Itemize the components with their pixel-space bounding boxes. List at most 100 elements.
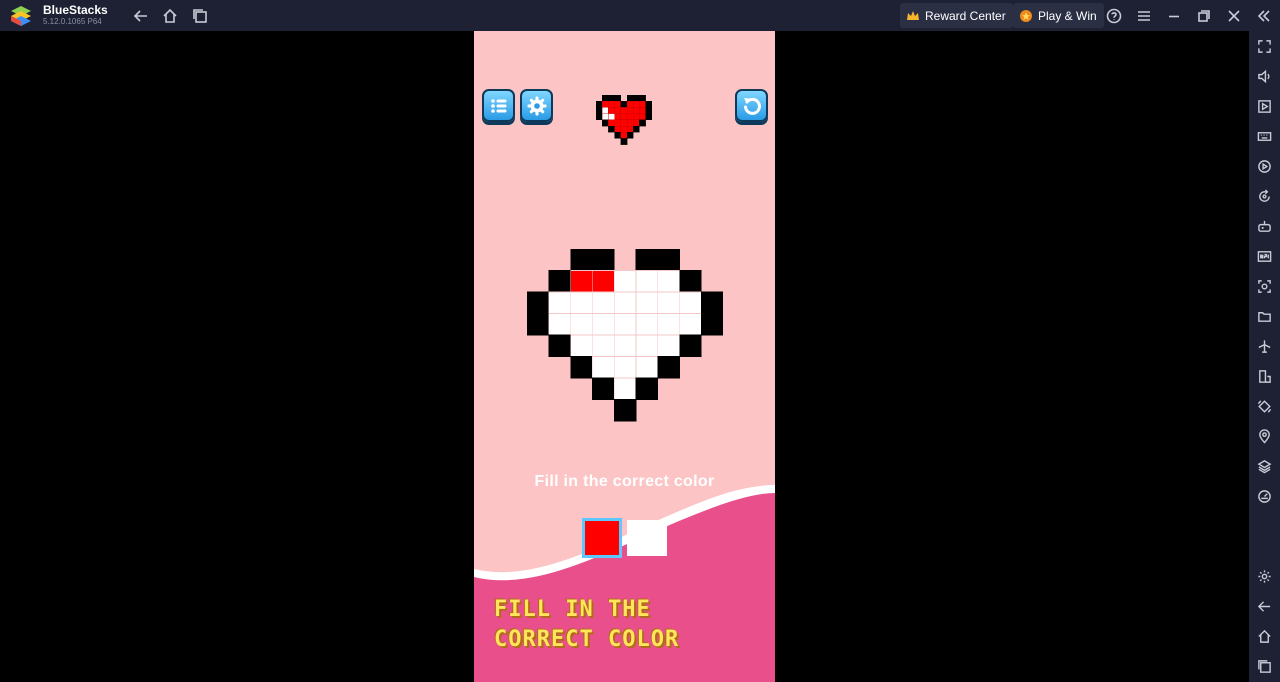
- empty-cell[interactable]: [613, 356, 637, 379]
- empty-cell[interactable]: [635, 334, 659, 357]
- help-icon[interactable]: [1104, 6, 1124, 26]
- preview-cell: [596, 113, 603, 121]
- color-swatch-white[interactable]: [627, 520, 667, 556]
- empty-cell[interactable]: [657, 334, 680, 357]
- recent-apps-icon[interactable]: [1256, 658, 1273, 675]
- empty-cell[interactable]: [657, 291, 680, 314]
- location-icon[interactable]: [1256, 428, 1273, 445]
- empty-cell[interactable]: [570, 291, 593, 314]
- empty-cell[interactable]: [592, 313, 615, 336]
- coin-icon: [1020, 9, 1032, 22]
- layers-icon[interactable]: [1256, 458, 1273, 475]
- screenshot-icon[interactable]: [1256, 278, 1273, 295]
- outline-cell: [635, 249, 659, 271]
- minimize-icon[interactable]: [1164, 6, 1184, 26]
- collapse-sidebar-icon[interactable]: [1254, 6, 1274, 26]
- empty-cell[interactable]: [613, 377, 637, 400]
- airplane-mode-icon[interactable]: [1256, 338, 1273, 355]
- restart-button[interactable]: [735, 89, 768, 122]
- preview-cell: [620, 132, 628, 139]
- empty-cell[interactable]: [635, 313, 659, 336]
- settings-button[interactable]: [520, 89, 553, 122]
- preview-cell: [626, 132, 634, 139]
- preview-cell: [645, 113, 652, 121]
- empty-cell[interactable]: [613, 291, 637, 314]
- empty-cell[interactable]: [592, 291, 615, 314]
- empty-cell[interactable]: [657, 313, 680, 336]
- eco-mode-icon[interactable]: [1256, 488, 1273, 505]
- outline-cell: [679, 270, 702, 293]
- reward-center-button[interactable]: Reward Center: [900, 3, 1013, 28]
- filled-cell[interactable]: [570, 270, 593, 293]
- preview-cell: [633, 107, 640, 114]
- folder-icon[interactable]: [1256, 308, 1273, 325]
- empty-cell[interactable]: [592, 334, 615, 357]
- app-version: 5.12.0.1065 P64: [43, 17, 102, 26]
- list-icon: [490, 98, 506, 113]
- empty-cell[interactable]: [548, 313, 571, 336]
- preview-cell: [645, 100, 652, 108]
- play-win-button[interactable]: Play & Win: [1013, 3, 1104, 28]
- preview-cell: [614, 95, 622, 102]
- restore-icon[interactable]: [1194, 6, 1214, 26]
- settings-icon[interactable]: [1256, 568, 1273, 585]
- fullscreen-icon[interactable]: [1256, 38, 1273, 55]
- screen-record-icon[interactable]: [1256, 98, 1273, 115]
- preview-cell: [620, 100, 628, 108]
- empty-cell[interactable]: [635, 356, 659, 379]
- game-controls-icon[interactable]: [1256, 218, 1273, 235]
- preview-cell: [601, 100, 609, 108]
- empty-cell[interactable]: [679, 291, 702, 314]
- home-icon[interactable]: [1256, 628, 1273, 645]
- close-icon[interactable]: [1224, 6, 1244, 26]
- outline-cell: [657, 356, 680, 379]
- pixel-grid[interactable]: [527, 249, 723, 425]
- right-sidebar: [1249, 31, 1280, 682]
- preview-cell: [601, 113, 609, 121]
- preview-cell: [614, 107, 622, 114]
- empty-cell[interactable]: [635, 291, 659, 314]
- outline-cell: [548, 270, 571, 293]
- empty-cell[interactable]: [635, 270, 659, 293]
- back-icon[interactable]: [131, 6, 151, 26]
- empty-cell[interactable]: [679, 313, 702, 336]
- multi-instance-icon[interactable]: [190, 6, 210, 26]
- empty-cell[interactable]: [548, 291, 571, 314]
- empty-cell[interactable]: [570, 313, 593, 336]
- empty-cell[interactable]: [613, 270, 637, 293]
- outline-cell: [570, 249, 593, 271]
- preview-cell: [620, 113, 628, 121]
- keyboard-icon[interactable]: [1256, 128, 1273, 145]
- rotate-sync-icon[interactable]: [1256, 188, 1273, 205]
- back-icon[interactable]: [1256, 598, 1273, 615]
- macro-icon[interactable]: [1256, 158, 1273, 175]
- promo-banner: Fill in the correct color: [494, 595, 679, 655]
- preview-cell: [633, 119, 640, 127]
- preview-cell: [608, 107, 615, 114]
- install-apk-icon[interactable]: [1256, 248, 1273, 265]
- preview-cell: [639, 119, 646, 127]
- volume-icon[interactable]: [1256, 68, 1273, 85]
- empty-cell[interactable]: [613, 313, 637, 336]
- preview-cell: [620, 107, 628, 114]
- color-swatch-red[interactable]: [582, 518, 622, 558]
- target-heart-preview: [596, 95, 652, 145]
- preview-cell: [626, 119, 634, 127]
- empty-cell[interactable]: [570, 334, 593, 357]
- outline-cell: [592, 249, 615, 271]
- empty-cell[interactable]: [592, 356, 615, 379]
- rotate-icon[interactable]: [1256, 398, 1273, 415]
- preview-cell: [608, 100, 615, 108]
- menu-icon[interactable]: [1134, 6, 1154, 26]
- resize-icon[interactable]: [1256, 368, 1273, 385]
- outline-cell: [527, 313, 550, 336]
- level-list-button[interactable]: [482, 89, 515, 122]
- empty-cell[interactable]: [657, 270, 680, 293]
- preview-cell: [639, 113, 646, 121]
- filled-cell[interactable]: [592, 270, 615, 293]
- preview-cell: [614, 119, 622, 127]
- outline-cell: [527, 291, 550, 314]
- preview-cell: [639, 107, 646, 114]
- empty-cell[interactable]: [613, 334, 637, 357]
- home-icon[interactable]: [160, 6, 180, 26]
